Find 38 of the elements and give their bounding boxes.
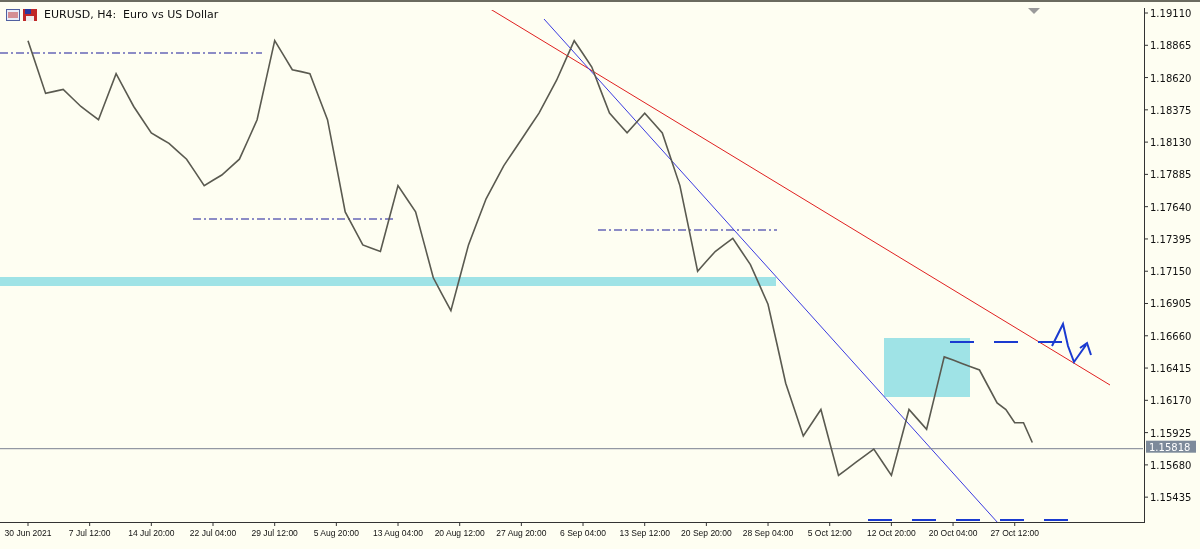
price-tick-label: 1.18620 [1150,72,1192,84]
time-tick-label: 28 Sep 04:00 [742,528,794,538]
time-tick-label: 7 Jul 12:00 [68,528,111,538]
time-tick-label: 30 Jun 2021 [4,528,52,538]
price-tick-label: 1.17640 [1150,201,1192,213]
price-tick-label: 1.18375 [1150,104,1192,116]
time-tick-label: 22 Jul 04:00 [189,528,237,538]
price-tick-label: 1.16170 [1150,395,1192,407]
price-tick-label: 1.16415 [1150,363,1192,375]
time-tick-label: 13 Aug 04:00 [372,528,424,538]
triangle-marker-icon [1028,8,1040,14]
time-tick-label: 20 Sep 20:00 [681,528,732,538]
time-tick-label: 12 Oct 20:00 [867,528,916,538]
time-tick-label: 20 Aug 12:00 [434,528,485,538]
time-tick-label: 6 Sep 04:00 [560,528,606,538]
price-tick-label: 1.17395 [1150,233,1192,245]
current-price-label: 1.15818 [1146,440,1196,453]
price-tick-label: 1.17885 [1150,169,1192,181]
time-tick-label: 13 Sep 12:00 [619,528,670,538]
time-tick-label: 27 Aug 20:00 [496,528,547,538]
time-tick-label: 27 Oct 12:00 [990,528,1040,538]
time-tick-label: 29 Jul 12:00 [251,528,298,538]
price-tick-label: 1.19110 [1150,8,1192,19]
chart-window-icon [6,8,20,21]
price-tick-label: 1.15680 [1150,459,1192,471]
time-tick-label: 20 Oct 04:00 [928,528,978,538]
hand-drawn-arrow [1051,321,1092,365]
price-tick-label: 1.15925 [1150,427,1192,439]
time-tick-label: 14 Jul 20:00 [128,528,175,538]
time-tick-label: 5 Oct 12:00 [807,528,852,538]
price-tick-label: 1.16905 [1150,298,1192,310]
price-tick-label: 1.18130 [1150,137,1192,149]
price-tick-label: 1.17150 [1150,266,1192,278]
time-tick-label: 5 Aug 20:00 [313,528,360,538]
price-tick-label: 1.15435 [1150,492,1192,504]
price-tick-label: 1.18865 [1150,40,1192,52]
price-tick-label: 1.16660 [1150,330,1192,342]
chart-title: EURUSD, H4: Euro vs US Dollar [44,8,219,21]
